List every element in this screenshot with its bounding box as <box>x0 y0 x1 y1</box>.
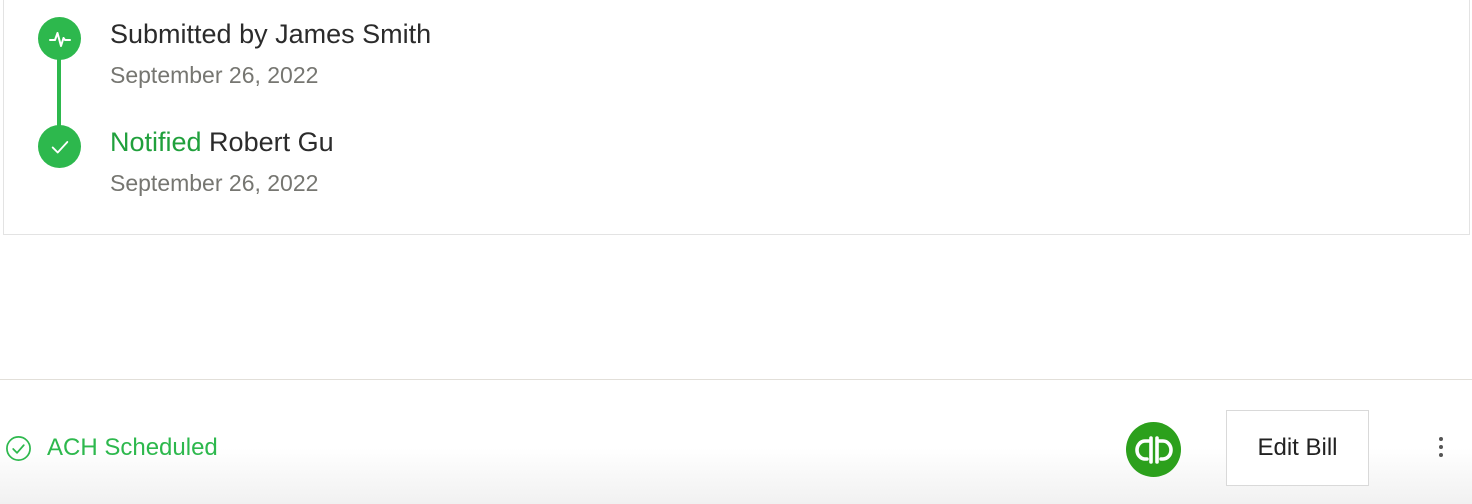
checkmark-icon <box>38 125 81 168</box>
activity-timeline: Submitted by James Smith September 26, 2… <box>3 0 1470 235</box>
event-date-submitted: September 26, 2022 <box>110 62 319 88</box>
bill-action-bar: ACH Scheduled Edit Bill <box>0 379 1472 504</box>
notified-label: Notified <box>110 127 202 157</box>
more-dot <box>1439 437 1443 441</box>
status-text: ACH Scheduled <box>47 434 218 461</box>
check-circle-icon <box>6 435 31 461</box>
more-vertical-icon[interactable] <box>1428 432 1454 462</box>
timeline-connector <box>57 54 61 126</box>
quickbooks-logo-icon[interactable] <box>1126 422 1181 477</box>
edit-bill-button[interactable]: Edit Bill <box>1226 410 1369 486</box>
notified-recipient: Robert Gu <box>201 127 334 157</box>
more-dot <box>1439 445 1443 449</box>
payment-status: ACH Scheduled <box>5 434 218 462</box>
event-title-submitted: Submitted by James Smith <box>110 19 432 49</box>
more-dot <box>1439 453 1443 457</box>
event-title-notified: Notified Robert Gu <box>110 127 334 158</box>
event-date-notified: September 26, 2022 <box>110 170 319 196</box>
activity-pulse-icon <box>38 17 81 60</box>
